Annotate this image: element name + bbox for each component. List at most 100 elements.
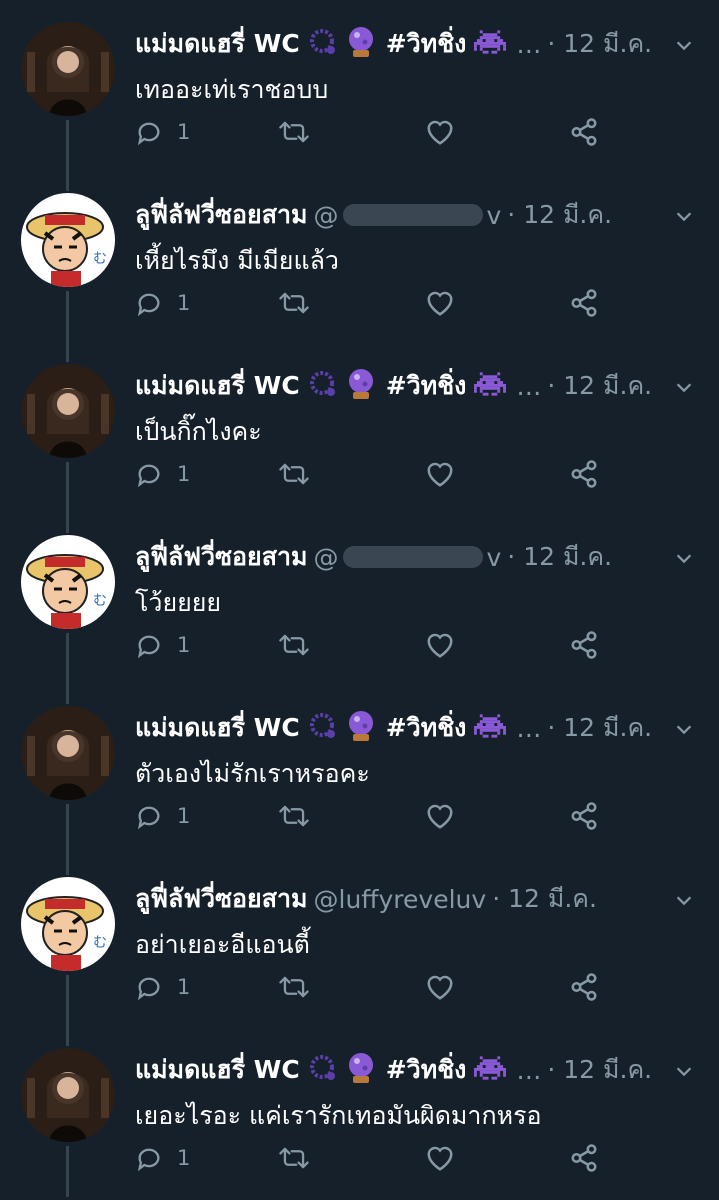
tweet[interactable]: แม่มดแฮรี่ WC #วิทชิ่ง … · 12 มี.ค. ตัวเองไม…: [0, 684, 719, 855]
like-button[interactable]: [425, 623, 455, 667]
like-button[interactable]: [425, 281, 455, 325]
thread-line: [66, 291, 69, 342]
tweet-text: เป็นกิ๊กไงคะ: [135, 417, 262, 446]
chevron-down-icon[interactable]: [673, 376, 695, 398]
beads-icon: [308, 27, 338, 61]
like-button[interactable]: [425, 452, 455, 496]
heart-icon: [425, 289, 455, 317]
thread-line: [66, 804, 69, 855]
heart-icon: [425, 631, 455, 659]
share-button[interactable]: [569, 623, 599, 667]
author-name[interactable]: แม่มดแฮรี่ WC: [135, 1052, 300, 1088]
avatar[interactable]: む: [21, 535, 115, 629]
tweet-date[interactable]: · 12 มี.ค.: [547, 26, 652, 62]
retweet-button[interactable]: [277, 623, 311, 667]
hashtag[interactable]: #วิทชิ่ง: [386, 1052, 467, 1088]
thread-line: [66, 684, 69, 704]
chevron-down-icon[interactable]: [673, 1060, 695, 1082]
tweet[interactable]: แม่มดแฮรี่ WC #วิทชิ่ง … · 12 มี.ค. เทออะเท่…: [0, 0, 719, 171]
reply-button[interactable]: 1: [135, 794, 190, 838]
tweet-date[interactable]: · 12 มี.ค.: [547, 710, 652, 746]
tweet-actions: 1: [135, 110, 615, 154]
reply-icon: [135, 631, 163, 659]
alien-monster-icon: [474, 713, 507, 743]
share-button[interactable]: [569, 110, 599, 154]
share-icon: [569, 801, 599, 831]
thread-line: [66, 513, 69, 533]
share-button[interactable]: [569, 965, 599, 1009]
share-button[interactable]: [569, 794, 599, 838]
thread-line: [66, 1026, 69, 1046]
tweet-date[interactable]: · 12 มี.ค.: [547, 1052, 652, 1088]
svg-text:む: む: [93, 935, 107, 951]
avatar[interactable]: [21, 364, 115, 458]
chevron-down-icon[interactable]: [673, 34, 695, 56]
avatar[interactable]: [21, 706, 115, 800]
reply-button[interactable]: 1: [135, 452, 190, 496]
like-button[interactable]: [425, 110, 455, 154]
avatar[interactable]: む: [21, 877, 115, 971]
tweet-actions: 1: [135, 281, 615, 325]
tweet-date[interactable]: · 12 มี.ค.: [507, 539, 612, 575]
share-button[interactable]: [569, 1136, 599, 1180]
avatar[interactable]: [21, 22, 115, 116]
chevron-down-icon[interactable]: [673, 205, 695, 227]
retweet-button[interactable]: [277, 965, 311, 1009]
tweet[interactable]: む ลูฟี่ลัฟวี่ซอยสาม @ v · 12 มี.ค. เหี้ยไรมึง…: [0, 171, 719, 342]
hashtag[interactable]: #วิทชิ่ง: [386, 26, 467, 62]
thread-line: [66, 1146, 69, 1197]
chevron-down-icon[interactable]: [673, 718, 695, 740]
like-button[interactable]: [425, 965, 455, 1009]
author-name[interactable]: แม่มดแฮรี่ WC: [135, 710, 300, 746]
share-icon: [569, 288, 599, 318]
tweet-text: อย่าเยอะอีแอนตี้: [135, 930, 310, 959]
reply-button[interactable]: 1: [135, 281, 190, 325]
retweet-button[interactable]: [277, 281, 311, 325]
tweet[interactable]: む ลูฟี่ลัฟวี่ซอยสาม @ v · 12 มี.ค. โว้ยยยย 1: [0, 513, 719, 684]
retweet-button[interactable]: [277, 1136, 311, 1180]
tweet-date[interactable]: · 12 มี.ค.: [492, 881, 597, 917]
retweet-button[interactable]: [277, 110, 311, 154]
reply-button[interactable]: 1: [135, 965, 190, 1009]
tweet[interactable]: む ลูฟี่ลัฟวี่ซอยสาม @luffyreveluv · 12 มี.ค…: [0, 855, 719, 1026]
thread-line: [66, 633, 69, 684]
author-handle[interactable]: @luffyreveluv: [314, 885, 487, 914]
author-handle[interactable]: @: [314, 543, 339, 572]
avatar[interactable]: む: [21, 193, 115, 287]
tweet[interactable]: แม่มดแฮรี่ WC #วิทชิ่ง … · 12 มี.ค. เป็นกิ๊ก…: [0, 342, 719, 513]
reply-button[interactable]: 1: [135, 110, 190, 154]
reply-icon: [135, 289, 163, 317]
like-button[interactable]: [425, 1136, 455, 1180]
reply-button[interactable]: 1: [135, 1136, 190, 1180]
redaction-bar: [342, 204, 483, 226]
alien-monster-icon: [474, 29, 507, 59]
reply-count: 1: [177, 1146, 191, 1170]
author-name[interactable]: ลูฟี่ลัฟวี่ซอยสาม: [135, 539, 308, 575]
retweet-icon: [277, 118, 311, 146]
svg-text:む: む: [93, 251, 107, 267]
hashtag[interactable]: #วิทชิ่ง: [386, 368, 467, 404]
share-button[interactable]: [569, 281, 599, 325]
author-name[interactable]: ลูฟี่ลัฟวี่ซอยสาม: [135, 881, 308, 917]
author-handle[interactable]: @: [314, 201, 339, 230]
reply-button[interactable]: 1: [135, 623, 190, 667]
author-name[interactable]: แม่มดแฮรี่ WC: [135, 26, 300, 62]
hashtag[interactable]: #วิทชิ่ง: [386, 710, 467, 746]
author-name[interactable]: ลูฟี่ลัฟวี่ซอยสาม: [135, 197, 308, 233]
tweet-date[interactable]: · 12 มี.ค.: [547, 368, 652, 404]
tweet[interactable]: แม่มดแฮรี่ WC #วิทชิ่ง … · 12 มี.ค. เยอะไรอะ…: [0, 1026, 719, 1197]
tweet-date[interactable]: · 12 มี.ค.: [507, 197, 612, 233]
retweet-icon: [277, 289, 311, 317]
retweet-button[interactable]: [277, 452, 311, 496]
share-button[interactable]: [569, 452, 599, 496]
avatar[interactable]: [21, 1048, 115, 1142]
chevron-down-icon[interactable]: [673, 547, 695, 569]
reply-count: 1: [177, 120, 191, 144]
retweet-button[interactable]: [277, 794, 311, 838]
author-name[interactable]: แม่มดแฮรี่ WC: [135, 368, 300, 404]
like-button[interactable]: [425, 794, 455, 838]
tweet-text: เทออะเท่เราชอบบ: [135, 75, 329, 104]
chevron-down-icon[interactable]: [673, 889, 695, 911]
retweet-icon: [277, 802, 311, 830]
thread-line: [66, 171, 69, 191]
